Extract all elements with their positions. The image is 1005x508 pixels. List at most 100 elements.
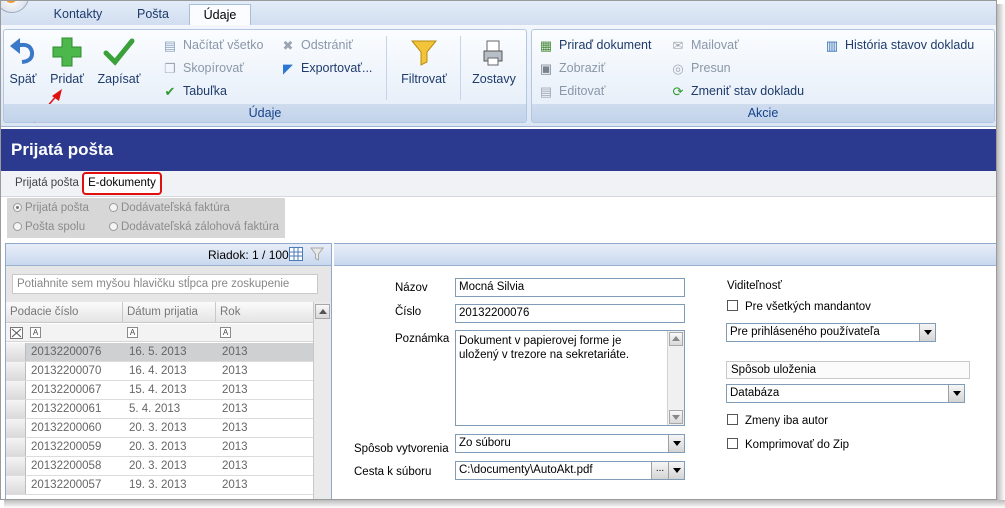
funnel-filter-icon — [410, 40, 438, 66]
group-by-hint: Potiahnite sem myšou hlavičku stĺpca pre… — [12, 274, 318, 294]
cesta-field[interactable]: C:\documenty\AutoAkt.pdf ... — [455, 461, 685, 480]
table-row[interactable]: 20132200061 5. 4. 2013 2013 — [6, 400, 313, 419]
tab-kontakty[interactable]: Kontakty — [39, 4, 117, 25]
historia-button[interactable]: ▥ História stavov dokladu — [824, 36, 974, 54]
radio-empty-icon — [109, 203, 118, 212]
cell-podacie-cislo: 20132200057 — [31, 479, 102, 491]
chevron-down-icon[interactable] — [668, 462, 684, 479]
change-state-icon: ⟳ — [672, 83, 684, 99]
browse-button[interactable]: ... — [651, 462, 668, 479]
undo-arrow-icon — [10, 38, 35, 64]
table-row[interactable]: 20132200076 16. 5. 2013 2013 — [6, 343, 313, 362]
cell-rok: 2013 — [222, 403, 248, 415]
table-row[interactable]: 20132200057 19. 3. 2013 2013 — [6, 476, 313, 495]
mail-type-radio-group: Prijatá pošta Pošta spolu Dodávateľská f… — [7, 198, 285, 238]
sposob-ulozenia-select[interactable]: Databáza — [726, 384, 965, 403]
filter-rok-icon[interactable]: A — [220, 327, 231, 338]
assign-document-icon: ▦ — [539, 37, 553, 53]
table-row[interactable]: 20132200070 16. 4. 2013 2013 — [6, 362, 313, 381]
table-row[interactable]: 20132200059 20. 3. 2013 2013 — [6, 438, 313, 457]
chevron-down-icon[interactable] — [668, 435, 684, 452]
cell-rok: 2013 — [222, 422, 248, 434]
presun-button[interactable]: ◎ Presun — [670, 59, 730, 77]
zmenit-stav-button[interactable]: ⟳ Zmeniť stav dokladu — [670, 82, 805, 100]
pre-vsetkych-checkbox[interactable]: Pre všetkých mandantov — [727, 300, 871, 313]
cell-podacie-cislo: 20132200070 — [31, 365, 102, 377]
scroll-up-icon[interactable] — [669, 332, 683, 346]
view-document-icon: ▣ — [539, 60, 553, 76]
nacitat-vsetko-button[interactable]: ▤ Načítať všetko — [162, 36, 264, 54]
cell-podacie-cislo: 20132200061 — [31, 403, 102, 415]
zostavy-label: Zostavy — [472, 72, 516, 86]
cesta-value: C:\documenty\AutoAkt.pdf — [459, 464, 593, 476]
cislo-label: Číslo — [395, 306, 422, 318]
tabulka-button[interactable]: ✔ Tabuľka — [162, 82, 227, 100]
edit-document-icon: ▤ — [539, 83, 553, 99]
column-header-datum-prijatia[interactable]: Dátum prijatia — [123, 302, 216, 323]
pridat-button[interactable]: Pridať — [44, 36, 90, 86]
editovat-label: Editovať — [559, 84, 606, 98]
poznamka-scrollbar[interactable] — [667, 331, 684, 425]
group-by-area[interactable]: Potiahnite sem myšou hlavičku stĺpca pre… — [6, 266, 331, 302]
scroll-down-icon[interactable] — [669, 410, 683, 424]
tab-posta[interactable]: Pošta — [121, 4, 185, 25]
grid-vertical-scrollbar[interactable] — [313, 302, 331, 499]
cislo-field[interactable]: 20132200076 — [455, 304, 685, 323]
clear-filter-icon[interactable] — [10, 327, 23, 339]
table-row[interactable]: 20132200067 15. 4. 2013 2013 — [6, 381, 313, 400]
spat-button[interactable]: Späť — [4, 36, 42, 86]
row-selector[interactable] — [6, 438, 26, 456]
exportovat-button[interactable]: ◤ Exportovať... — [280, 59, 372, 77]
row-selector[interactable] — [6, 419, 26, 437]
viditelnost-select[interactable]: Pre prihláseného používateľa — [726, 323, 936, 342]
scroll-up-icon[interactable] — [315, 304, 330, 319]
column-header-rok[interactable]: Rok — [216, 302, 313, 323]
cell-rok: 2013 — [222, 441, 248, 453]
table-row[interactable]: 20132200058 20. 3. 2013 2013 — [6, 457, 313, 476]
radio-dodavatelska-zalohova-label: Dodávateľská zálohová faktúra — [121, 221, 280, 233]
column-header-podacie-cislo[interactable]: Podacie číslo — [6, 302, 123, 323]
mailovat-button[interactable]: ✉ Mailovať — [670, 36, 739, 54]
row-selector[interactable] — [6, 381, 26, 399]
grid-filter-row: A A A — [6, 324, 313, 342]
grid-filter-icon[interactable] — [310, 247, 324, 262]
radio-dodavatelska-zalohova[interactable]: Dodávateľská zálohová faktúra — [109, 221, 279, 233]
row-selector[interactable] — [6, 476, 26, 494]
row-indicator: Riadok: 1 / 100 — [208, 248, 289, 262]
filter-podacie-cislo-icon[interactable]: A — [30, 327, 41, 338]
application-menu-orb[interactable] — [1, 1, 29, 13]
row-selector[interactable] — [6, 457, 26, 475]
priradit-dokument-button[interactable]: ▦ Priraď dokument — [538, 36, 652, 54]
zobrazit-button[interactable]: ▣ Zobraziť — [538, 59, 606, 77]
subtab-e-dokumenty[interactable]: E-dokumenty — [82, 172, 162, 195]
grid-layout-icon[interactable] — [289, 247, 303, 261]
nazov-field[interactable]: Mocná Silvia — [455, 278, 685, 297]
komprimovat-checkbox[interactable]: Komprimovať do Zip — [727, 438, 849, 451]
chevron-down-icon[interactable] — [948, 385, 964, 402]
mailovat-label: Mailovať — [691, 38, 739, 52]
zapisat-button[interactable]: Zapísať — [94, 36, 144, 86]
row-selector[interactable] — [6, 362, 26, 380]
tab-udaje[interactable]: Údaje — [189, 4, 251, 25]
row-selector[interactable] — [6, 343, 26, 361]
radio-posta-spolu[interactable]: Pošta spolu — [13, 221, 85, 233]
skopirovat-button[interactable]: ❐ Skopírovať — [162, 59, 244, 77]
odstranit-button[interactable]: ✖ Odstrániť — [280, 36, 353, 54]
ribbon-group-akcie-label: Akcie — [532, 104, 994, 122]
radio-dodavatelska-faktura[interactable]: Dodávateľská faktúra — [109, 202, 230, 214]
checkbox-empty-icon — [727, 438, 738, 449]
filter-datum-prijatia-icon[interactable]: A — [127, 327, 138, 338]
chevron-down-icon[interactable] — [919, 324, 935, 341]
sposob-vytvorenia-select[interactable]: Zo súboru — [455, 434, 685, 453]
row-selector[interactable] — [6, 400, 26, 418]
filtrovat-button[interactable]: Filtrovať — [394, 38, 454, 86]
radio-prijata-posta[interactable]: Prijatá pošta — [13, 202, 89, 214]
poznamka-textarea[interactable]: Dokument v papierovej forme je uložený v… — [455, 330, 685, 426]
window-shadow — [4, 500, 1005, 508]
subtab-prijata-posta[interactable]: Prijatá pošta — [15, 177, 79, 189]
zmeny-iba-autor-checkbox[interactable]: Zmeny iba autor — [727, 414, 828, 427]
table-row[interactable]: 20132200060 20. 3. 2013 2013 — [6, 419, 313, 438]
editovat-button[interactable]: ▤ Editovať — [538, 82, 606, 100]
zostavy-button[interactable]: Zostavy — [466, 38, 522, 86]
cell-podacie-cislo: 20132200067 — [31, 384, 102, 396]
